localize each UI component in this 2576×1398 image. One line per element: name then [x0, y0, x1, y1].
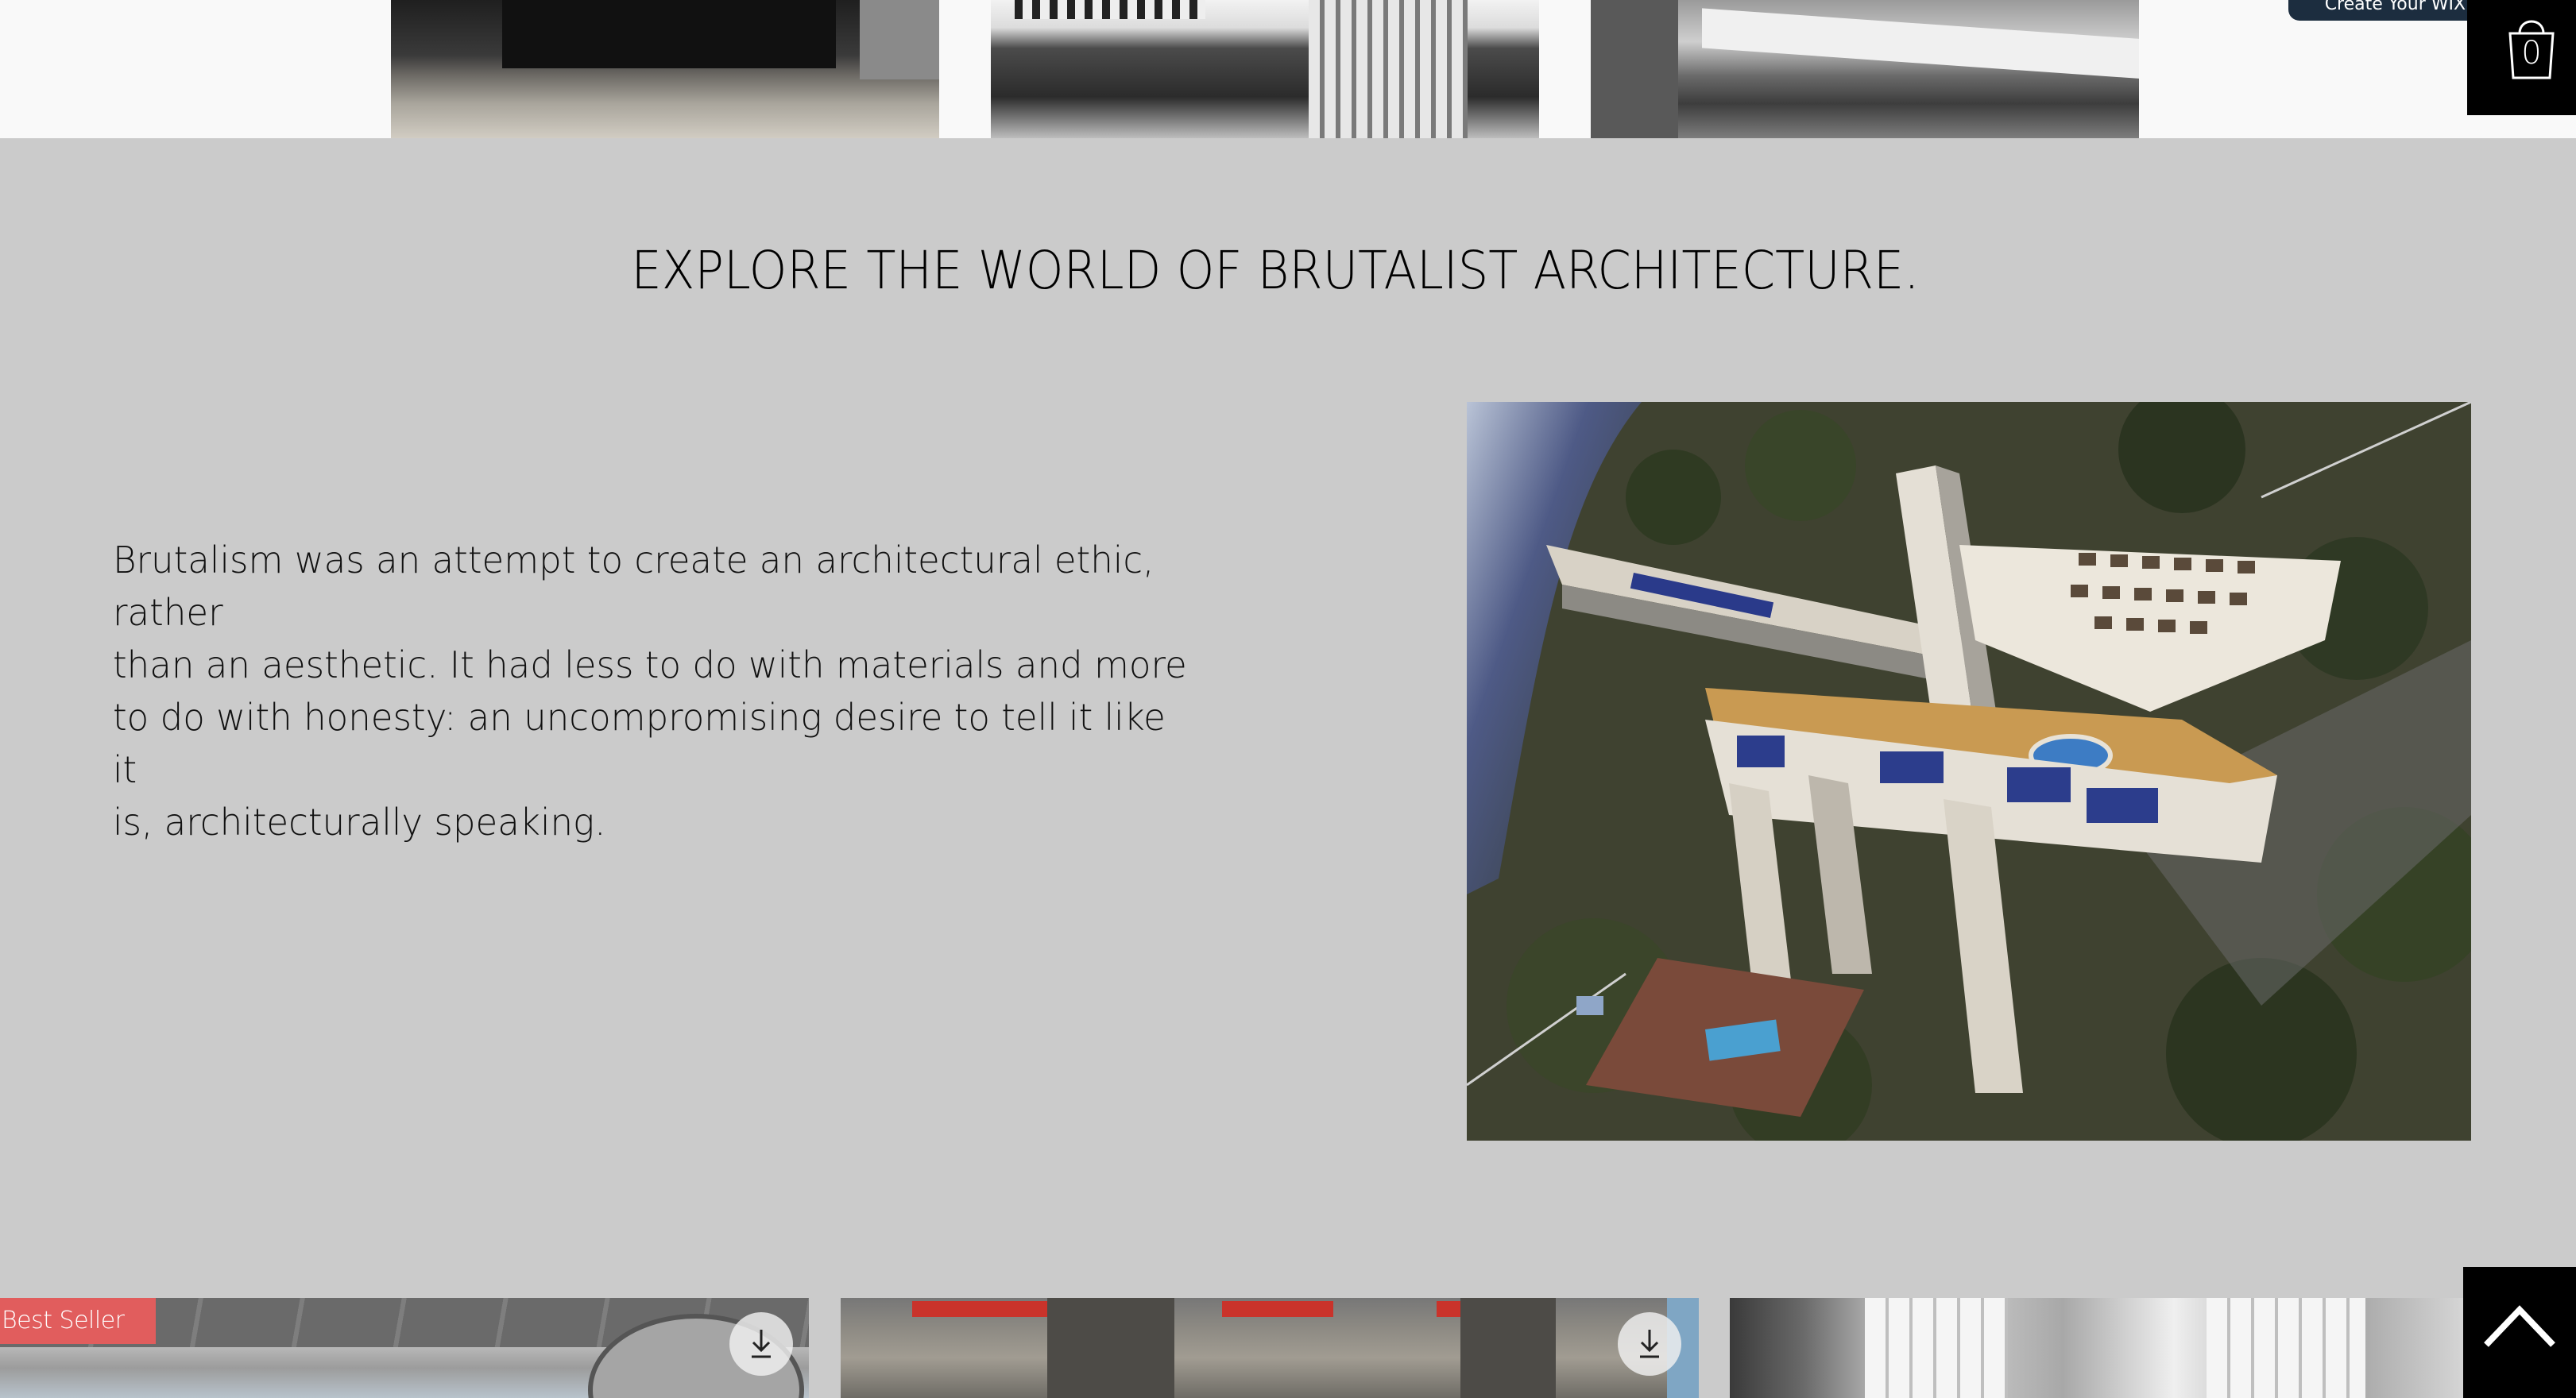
- back-to-top-button[interactable]: [2463, 1267, 2576, 1398]
- product-image-detail: [1865, 1298, 2008, 1398]
- page-headline: EXPLORE THE WORLD OF BRUTALIST ARCHITECT…: [631, 240, 1920, 301]
- gallery-image-3[interactable]: [1591, 0, 2139, 138]
- gallery-image-2[interactable]: [991, 0, 1539, 138]
- cart-button[interactable]: 0: [2467, 0, 2576, 115]
- product-card-3[interactable]: [1730, 1298, 2470, 1398]
- intro-paragraph: Brutalism was an attempt to create an ar…: [113, 534, 1187, 848]
- download-icon: [752, 1330, 771, 1358]
- product-image-detail: [1047, 1298, 1174, 1398]
- cart-count: 0: [2521, 35, 2542, 71]
- gallery-image-1[interactable]: [391, 0, 939, 138]
- intro-line: is, architecturally speaking.: [113, 801, 606, 844]
- download-icon: [1640, 1330, 1659, 1358]
- product-image-detail: [1222, 1301, 1333, 1317]
- best-seller-badge: Best Seller: [0, 1298, 156, 1344]
- chevron-up-icon: [2484, 1305, 2555, 1347]
- intro-line: to do with honesty: an uncompromising de…: [113, 696, 1166, 791]
- product-image-detail: [2207, 1298, 2365, 1398]
- intro-line: than an aesthetic. It had less to do wit…: [113, 643, 1187, 686]
- intro-line: Brutalism was an attempt to create an ar…: [113, 539, 1155, 634]
- feature-illustration: [1467, 402, 2471, 1141]
- download-button[interactable]: [1618, 1312, 1681, 1376]
- brutalist-hotel-illustration: [1467, 402, 2471, 1141]
- product-image-detail: [1460, 1298, 1556, 1398]
- download-button[interactable]: [729, 1312, 793, 1376]
- product-card-2[interactable]: [841, 1298, 1699, 1398]
- top-gallery-strip: [0, 0, 2576, 138]
